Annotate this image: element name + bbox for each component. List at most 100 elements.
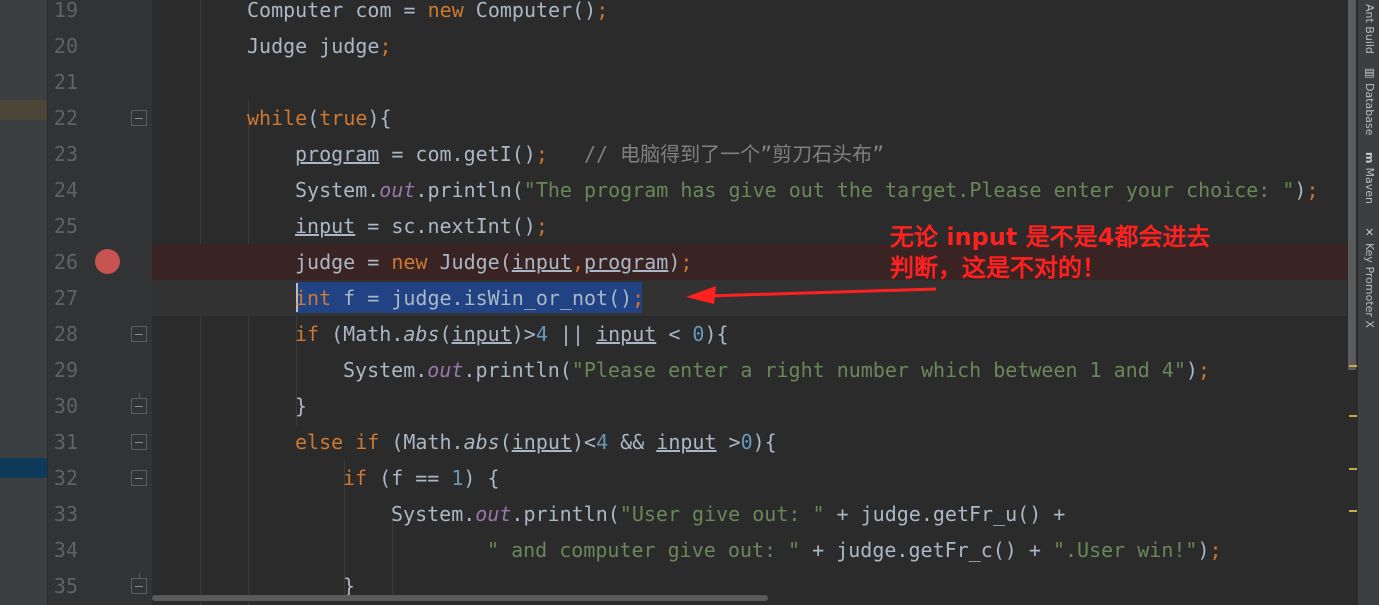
code-token: "Please enter a right number which betwe… (571, 358, 1186, 382)
fold-marker-icon[interactable] (131, 573, 147, 594)
fold-marker-icon[interactable] (131, 434, 147, 450)
project-panel-selected-item[interactable] (0, 458, 48, 478)
line-number[interactable]: 26 (48, 244, 78, 280)
code-line[interactable]: if (f == 1) { (343, 460, 500, 496)
line-number[interactable]: 33 (48, 496, 78, 532)
code-line[interactable]: if (Math.abs(input)>4 || input < 0){ (295, 316, 729, 352)
code-token: true (319, 106, 368, 130)
code-token: .println( (511, 502, 620, 526)
line-number[interactable]: 27 (48, 280, 78, 316)
annotation-text: 无论 input 是不是4都会进去 判断，这是不对的！ (890, 222, 1210, 284)
code-line[interactable]: Computer com = new Computer(); (247, 0, 608, 28)
code-token: ; (535, 214, 548, 238)
line-number[interactable]: 21 (48, 64, 78, 100)
code-token: )> (511, 322, 536, 346)
code-token: program (584, 250, 669, 274)
code-token: && (608, 430, 657, 454)
code-token: "The program has give out the target.Ple… (523, 178, 1295, 202)
code-token: input (596, 322, 657, 346)
line-number[interactable]: 22 (48, 100, 78, 136)
code-token: else if (295, 430, 392, 454)
code-line[interactable]: judge = new Judge(input,program); (295, 244, 692, 280)
code-token: ".User win!" (1052, 538, 1198, 562)
code-token: if (295, 322, 332, 346)
code-line[interactable]: program = com.getI(); // 电脑得到了一个”剪刀石头布” (295, 136, 884, 172)
breakpoint-icon[interactable] (95, 249, 120, 274)
project-panel-strip (0, 0, 48, 605)
code-token: System. (391, 502, 476, 526)
line-number[interactable]: 29 (48, 352, 78, 388)
code-token: 4 (535, 322, 548, 346)
code-line[interactable]: System.out.println("The program has give… (295, 172, 1319, 208)
line-number[interactable]: 19 (48, 0, 78, 28)
tool-window-button[interactable]: ▤ Database (1359, 66, 1379, 136)
code-line[interactable]: " and computer give out: " + judge.getFr… (487, 532, 1222, 568)
code-line[interactable]: int f = judge.isWin_or_not(); (295, 280, 644, 316)
code-token: || (547, 322, 597, 346)
line-number[interactable]: 20 (48, 28, 78, 64)
vertical-scrollbar[interactable] (1348, 0, 1356, 370)
fold-marker-icon[interactable] (131, 393, 147, 414)
line-number[interactable]: 35 (48, 568, 78, 604)
line-number[interactable]: 25 (48, 208, 78, 244)
horizontal-scrollbar[interactable] (152, 595, 768, 601)
tool-window-label: Maven (1363, 167, 1376, 204)
code-token: ){ (367, 106, 392, 130)
code-line[interactable]: Judge judge; (247, 28, 392, 64)
line-number[interactable]: 30 (48, 388, 78, 424)
code-token: Computer com = (247, 0, 428, 22)
line-number[interactable]: 28 (48, 316, 78, 352)
code-token: + judge.getFr_u() + (824, 502, 1066, 526)
line-number[interactable]: 32 (48, 460, 78, 496)
code-token: ){ (704, 322, 729, 346)
code-line[interactable]: System.out.println("Please enter a right… (343, 352, 1210, 388)
code-token: abs (403, 322, 440, 346)
code-token: f = judge.isWin_or_not() (343, 286, 633, 310)
code-token: ; (632, 286, 645, 310)
code-token: 0 (692, 322, 705, 346)
code-token: out (427, 358, 464, 382)
code-token: input (511, 430, 572, 454)
code-line[interactable]: System.out.println("User give out: " + j… (391, 496, 1065, 532)
code-token: ; (379, 34, 392, 58)
line-number[interactable]: 31 (48, 424, 78, 460)
code-token: System. (295, 178, 380, 202)
code-token: = com.getI() (379, 142, 536, 166)
annotation-line-1: 无论 input 是不是4都会进去 (890, 223, 1211, 251)
line-number[interactable]: 24 (48, 172, 78, 208)
tool-window-button[interactable]: ✕ Key Promoter X (1359, 226, 1379, 328)
code-line[interactable]: while(true){ (247, 100, 392, 136)
fold-marker-icon[interactable] (131, 110, 147, 126)
code-line[interactable]: input = sc.nextInt(); (295, 208, 548, 244)
tool-window-button[interactable]: m Maven (1359, 152, 1379, 204)
code-token: ( (307, 106, 320, 130)
code-token: , (571, 250, 585, 274)
line-number[interactable]: 34 (48, 532, 78, 568)
code-token: 1 (451, 466, 464, 490)
editor-gutter[interactable]: 19 20 21 22 23 24 25 26 27 28 29 30 31 32 33 34 35 (48, 0, 152, 605)
code-token: ) (1294, 178, 1307, 202)
code-token: (Math. (331, 322, 404, 346)
indent-guide (392, 520, 393, 600)
tool-window-icon: ▤ (1363, 66, 1376, 79)
tool-window-label: Ant Build (1363, 4, 1376, 54)
fold-marker-icon[interactable] (131, 470, 147, 486)
project-panel-highlight (0, 100, 48, 120)
tool-window-button[interactable]: Ant Build (1359, 0, 1379, 54)
code-token: System. (343, 358, 428, 382)
code-token: (Math. (391, 430, 464, 454)
code-token: ; (535, 142, 548, 166)
code-token: input (511, 250, 572, 274)
tool-window-label: Key Promoter X (1363, 243, 1376, 328)
code-line[interactable]: } (295, 388, 307, 424)
code-token: ( (499, 430, 512, 454)
code-token: judge = (295, 250, 392, 274)
code-token: input (451, 322, 512, 346)
code-token: Judge( (439, 250, 512, 274)
line-number[interactable]: 23 (48, 136, 78, 172)
code-token: .println( (415, 178, 524, 202)
code-token: int (295, 286, 344, 310)
code-token: > (716, 430, 741, 454)
code-line[interactable]: else if (Math.abs(input)<4 && input >0){ (295, 424, 777, 460)
fold-marker-icon[interactable] (131, 326, 147, 342)
